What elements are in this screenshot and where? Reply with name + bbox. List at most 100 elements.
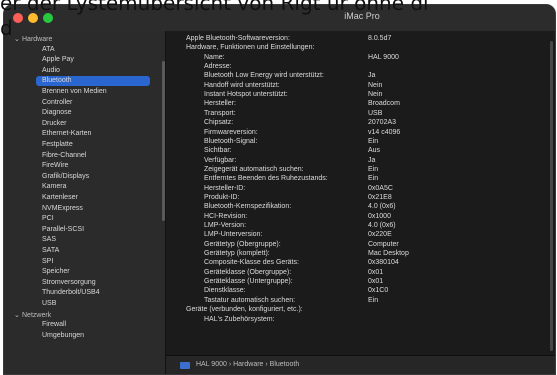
detail-value: 20702A3 (368, 119, 397, 127)
detail-row: Produkt-ID: 0x21E8 (166, 194, 555, 203)
sidebar: ⌄ Hardware ATA Apple Pay Audio Bluetooth Brenn… (4, 31, 166, 374)
detail-key: Bluetooth Low Energy wird unterstützt: (204, 72, 324, 80)
detail-row: HCI-Revision: 0x1000 (166, 213, 555, 222)
detail-row: Verfügbar: Ja (166, 157, 555, 166)
detail-key: Bluetooth-Kernspezifikation: (204, 203, 292, 211)
detail-key: Composite-Klasse des Geräts: (204, 259, 299, 267)
detail-row: LMP-Version: 4.0 (0x6) (166, 222, 555, 231)
detail-key: Dienstklasse: (204, 287, 246, 295)
sidebar-item[interactable]: PCI (42, 215, 54, 222)
sidebar-item[interactable]: Stromversorgung (42, 279, 96, 286)
detail-row: Gerätetyp (komplett): Mac Desktop (166, 250, 555, 259)
sidebar-group-label: Hardware (22, 36, 53, 43)
sidebar-item[interactable]: Fibre-Channel (42, 152, 86, 159)
detail-value: 0x01 (368, 278, 384, 286)
sidebar-item[interactable]: Bluetooth (42, 77, 72, 84)
detail-key: Zeigegerät automatisch suchen: (204, 165, 304, 173)
detail-value: Ja (368, 72, 376, 80)
detail-value: Ja (368, 156, 376, 164)
sidebar-item[interactable]: USB (42, 300, 56, 307)
sidebar-item[interactable]: ATA (42, 46, 55, 53)
sidebar-item[interactable]: Umgebungen (42, 332, 84, 339)
detail-key: LMP-Version: (204, 222, 247, 229)
sidebar-item[interactable]: Apple Pay (42, 56, 74, 63)
sidebar-scrollbar[interactable] (162, 61, 165, 221)
path-bar: HAL 9000 › Hardware › Bluetooth (166, 355, 555, 374)
sidebar-item[interactable]: Diagnose (42, 109, 72, 116)
sidebar-item[interactable]: FireWire (42, 162, 68, 169)
detail-value: 0x01 (368, 268, 384, 276)
detail-key: Hersteller: (204, 100, 236, 108)
detail-value: 4.0 (0x6) (368, 222, 396, 229)
detail-key: Chipsatz: (204, 119, 234, 127)
detail-row: Bluetooth-Kernspezifikation: 4.0 (0x6) (166, 203, 555, 212)
detail-key: Entferntes Beenden des Ruhezustands: (204, 175, 328, 183)
detail-value: 8.0.5d7 (368, 35, 392, 42)
detail-row: LMP-Unterversion: 0x220E (166, 231, 555, 240)
detail-row: Gerätetyp (Obergruppe): Computer (166, 241, 555, 250)
detail-key: Tastatur automatisch suchen: (204, 296, 296, 304)
detail-key: Geräteklasse (Untergruppe): (204, 278, 293, 286)
detail-row: Geräteklasse (Obergruppe): 0x01 (166, 269, 555, 278)
chevron-down-icon[interactable]: ⌄ (14, 35, 22, 43)
sidebar-item[interactable]: Grafik/Displays (42, 173, 89, 180)
path-breadcrumb[interactable]: HAL 9000 › Hardware › Bluetooth (196, 361, 299, 368)
sidebar-item[interactable]: SAS (42, 236, 56, 243)
detail-row: Hersteller: Broadcom (166, 100, 555, 109)
detail-row: HAL's Zubehörsystem: (166, 316, 555, 325)
detail-value: 0x1C0 (368, 287, 389, 295)
detail-row: Firmwareversion: v14 c4096 (166, 129, 555, 138)
sidebar-group-label: Netzwerk (22, 311, 52, 319)
sidebar-item[interactable]: Speicher (42, 268, 70, 275)
detail-row: Tastatur automatisch suchen: Ein (166, 297, 555, 306)
detail-value: Aus (368, 147, 381, 155)
detail-value: v14 c4096 (368, 128, 401, 136)
detail-row: Composite-Klasse des Geräts: 0x380104 (166, 259, 555, 268)
sidebar-item[interactable]: Controller (42, 99, 72, 106)
detail-row: Entferntes Beenden des Ruhezustands: Ein (166, 175, 555, 184)
detail-key: Handoff wird unterstützt: (204, 81, 280, 89)
sidebar-group[interactable]: ⌄ Hardware (14, 35, 52, 43)
detail-row: Geräteklasse (Untergruppe): 0x01 (166, 278, 555, 287)
computer-icon (180, 362, 190, 369)
sidebar-item[interactable]: Parallel-SCSI (42, 226, 84, 233)
sidebar-item[interactable]: Audio (42, 67, 60, 74)
chevron-down-icon[interactable]: ⌄ (14, 311, 22, 319)
detail-key: Gerätetyp (komplett): (204, 250, 270, 258)
detail-value: Ein (368, 296, 379, 304)
detail-row: Dienstklasse: 0x1C0 (166, 287, 555, 296)
detail-key: LMP-Unterversion: (204, 231, 263, 239)
sidebar-item[interactable]: Ethernet-Karten (42, 130, 91, 137)
detail-row: Bluetooth Low Energy wird unterstützt: Ja (166, 72, 555, 81)
detail-row: Handoff wird unterstützt: Nein (166, 82, 555, 91)
detail-row: Hersteller-ID: 0x0A5C (166, 185, 555, 194)
sidebar-item[interactable]: Brennen von Medien (42, 88, 107, 95)
detail-value: HAL 9000 (368, 53, 399, 61)
detail-value: Ein (368, 137, 379, 145)
detail-key: Geräte (verbunden, konfiguriert, etc.): (186, 306, 303, 314)
sidebar-item[interactable]: Festplatte (42, 141, 73, 148)
sidebar-item[interactable]: Firewall (42, 321, 66, 328)
sidebar-item[interactable]: SPI (42, 258, 53, 265)
overlay-line-1: er der Lystemübersicht von Rigt ur ohne … (0, 0, 429, 15)
sidebar-item[interactable]: SATA (42, 247, 59, 254)
detail-row: Geräte (verbunden, konfiguriert, etc.): (166, 306, 555, 315)
detail-key: Bluetooth-Signal: (204, 137, 258, 145)
detail-value: Nein (368, 91, 383, 99)
detail-key: Transport: (204, 109, 236, 117)
detail-row: Hardware, Funktionen und Einstellungen: (166, 44, 555, 53)
detail-row: Apple Bluetooth-Softwareversion: 8.0.5d7 (166, 35, 555, 44)
detail-key: Gerätetyp (Obergruppe): (204, 240, 281, 248)
sidebar-item[interactable]: Thunderbolt/USB4 (42, 289, 100, 296)
detail-value: 0x380104 (368, 259, 399, 267)
sidebar-item[interactable]: Drucker (42, 120, 67, 127)
sidebar-item[interactable]: Kartenleser (42, 194, 78, 201)
sidebar-group[interactable]: ⌄ Netzwerk (14, 311, 51, 319)
sidebar-item[interactable]: NVMExpress (42, 205, 83, 212)
detail-row: Instant Hotspot unterstützt: Nein (166, 91, 555, 100)
detail-value: 0x1000 (368, 212, 391, 220)
detail-key: Hersteller-ID: (204, 184, 246, 192)
detail-row: Bluetooth-Signal: Ein (166, 138, 555, 147)
detail-value: Computer (368, 240, 399, 248)
sidebar-item[interactable]: Kamera (42, 183, 67, 190)
